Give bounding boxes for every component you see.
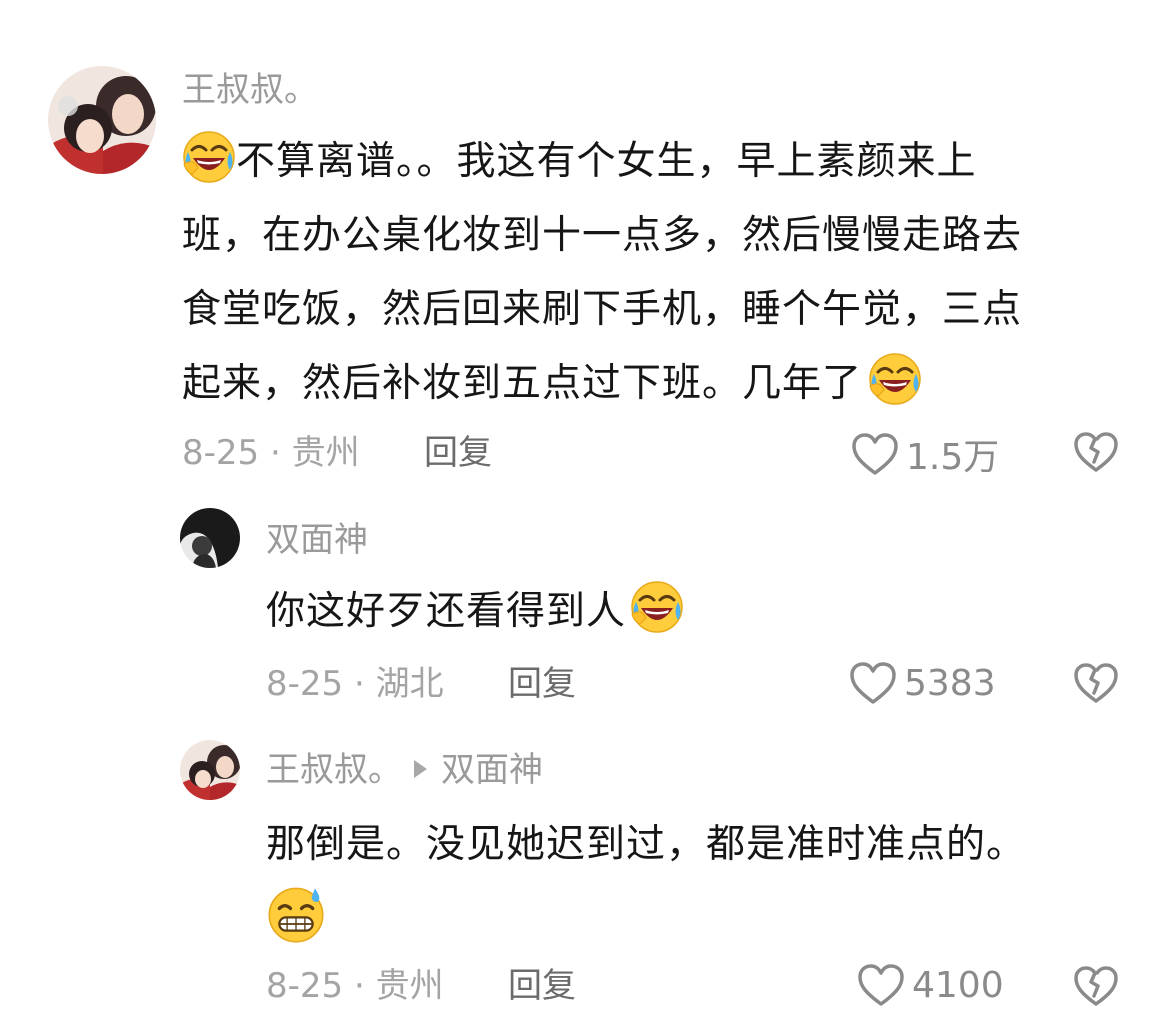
comment-author[interactable]: 双面神 [266,520,368,560]
reply-button[interactable]: 回复 [424,433,492,473]
dislike-button[interactable] [1072,964,1120,1012]
comment-text-line: 食堂吃饭，然后回来刷下手机，睡个午觉，三点 [182,287,1023,332]
like-count: 4100 [912,964,1004,1006]
like-button[interactable]: 1.5万 [850,428,999,480]
heart-outline-icon [850,662,896,704]
laughing-crying-emoji-icon [868,352,922,406]
avatar[interactable] [180,508,240,568]
reply-button[interactable]: 回复 [508,664,576,704]
laughing-crying-emoji-icon [630,580,684,634]
comment-text-line: 班，在办公桌化妆到十一点多，然后慢慢走路去 [182,213,1023,258]
like-count: 5383 [904,662,996,704]
grinning-sweat-emoji-icon [266,884,326,944]
comment-text: 不算离谱。。我这有个女生，早上素颜来上 班，在办公桌化妆到十一点多，然后慢慢走路… [182,125,1142,421]
comment-date-location: 8-25 · 贵州 [182,433,360,473]
comment-main: 王叔叔。 不算离谱。。我这有个女生，早上素颜来上 班，在办公桌化妆到十一点多，然… [0,0,1169,500]
comment-date-location: 8-25 · 贵州 [266,966,444,1006]
reply-to-author[interactable]: 双面神 [441,750,543,790]
like-button[interactable]: 4100 [856,962,1004,1008]
comment-text-line: 你这好歹还看得到人 [266,589,627,634]
reply-button[interactable]: 回复 [508,966,576,1006]
laughing-crying-emoji-icon [182,130,236,184]
comment-text-line: 那倒是。没见她迟到过，都是准时准点的。 [266,822,1027,867]
broken-heart-icon [1074,966,1118,1006]
comment-author[interactable]: 王叔叔。 [266,750,402,790]
broken-heart-icon [1074,432,1118,472]
comment-text-line: 起来，然后补妆到五点过下班。几年了 [182,361,863,406]
comment-text: 你这好歹还看得到人 [266,575,684,649]
dislike-button[interactable] [1072,430,1120,478]
comment-author-line: 王叔叔。 双面神 [266,750,543,790]
avatar[interactable] [48,66,156,174]
dislike-button[interactable] [1072,661,1120,709]
comment-text-line: 不算离谱。。我这有个女生，早上素颜来上 [236,139,977,184]
avatar[interactable] [180,740,240,800]
like-count: 1.5万 [906,437,1000,478]
play-arrow-icon [414,760,427,778]
comment-author[interactable]: 王叔叔。 [182,70,318,110]
comment-date-location: 8-25 · 湖北 [266,664,444,704]
heart-outline-icon [858,964,904,1006]
broken-heart-icon [1074,663,1118,703]
heart-outline-icon [852,433,898,475]
like-button[interactable]: 5383 [848,660,996,706]
comment-text: 那倒是。没见她迟到过，都是准时准点的。 [266,808,1026,962]
